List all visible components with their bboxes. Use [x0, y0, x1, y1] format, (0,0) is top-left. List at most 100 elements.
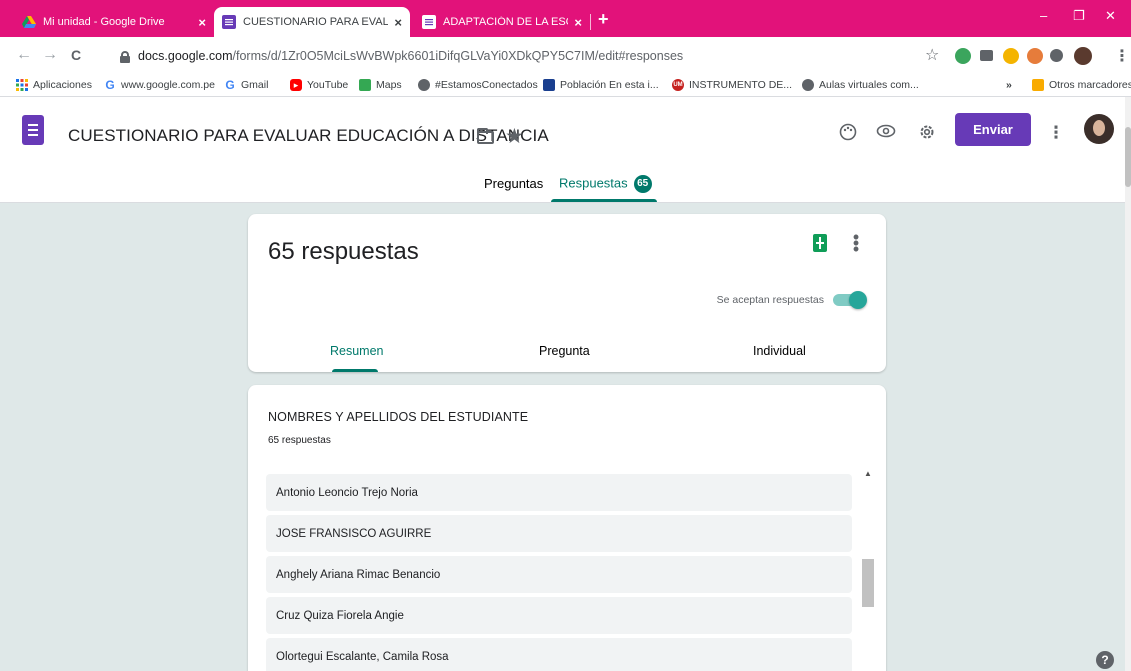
bookmark-label: Población En esta i... [560, 79, 659, 91]
extension-thumb-icon[interactable] [1003, 48, 1019, 64]
settings-gear-icon[interactable] [917, 123, 937, 143]
tab-google-drive[interactable]: Mi unidad - Google Drive × [14, 7, 214, 37]
close-tab-icon[interactable]: × [574, 15, 582, 30]
bookmark-maps[interactable]: Maps [359, 79, 402, 91]
google-forms-logo-icon[interactable] [22, 115, 44, 145]
bookmark-other-folder[interactable]: Otros marcadores [1032, 79, 1131, 91]
youtube-icon: ▸ [290, 79, 302, 91]
page-scrollbar[interactable] [1125, 97, 1131, 671]
tab-question[interactable]: Pregunta [539, 344, 590, 358]
star-icon[interactable]: ★ [505, 124, 524, 149]
tab-separator [590, 14, 591, 30]
card-more-options-icon[interactable]: • • • [852, 228, 860, 258]
extension-pin-icon[interactable] [955, 48, 971, 64]
more-options-icon[interactable]: ⋮ [1046, 123, 1066, 143]
minimize-icon[interactable]: – [1040, 8, 1047, 23]
google-drive-icon [22, 15, 36, 29]
page-scrollbar-thumb[interactable] [1125, 127, 1131, 187]
tab-title: CUESTIONARIO PARA EVALUAR E [243, 16, 389, 28]
extension-face-icon[interactable] [1027, 48, 1043, 64]
list-item: Antonio Leoncio Trejo Noria [266, 474, 852, 511]
responses-count-heading: 65 respuestas [268, 238, 419, 265]
tab-title: ADAPTACIÓN DE LA ESCALA DE [443, 16, 568, 28]
bookmark-label: YouTube [307, 79, 349, 91]
close-window-icon[interactable]: ✕ [1105, 8, 1116, 24]
folder-icon [1032, 79, 1044, 91]
shield-icon [543, 79, 555, 91]
question-title: NOMBRES Y APELLIDOS DEL ESTUDIANTE [268, 410, 529, 424]
tab-individual[interactable]: Individual [753, 344, 806, 358]
bookmark-aplicaciones[interactable]: Aplicaciones [16, 79, 92, 91]
responses-list: Antonio Leoncio Trejo Noria JOSE FRANSIS… [266, 474, 852, 671]
accepting-responses-toggle[interactable] [833, 291, 867, 309]
bookmark-poblacion[interactable]: Población En esta i... [543, 79, 659, 91]
responses-count-badge: 65 [633, 175, 652, 193]
bookmark-label: Aulas virtuales com... [819, 79, 919, 91]
responses-list-scrollbar-thumb[interactable] [862, 559, 874, 607]
responses-summary-card: 65 respuestas • • • Se aceptan respuestas … [248, 214, 886, 372]
profile-avatar-icon[interactable] [1074, 47, 1092, 65]
list-item: Cruz Quiza Fiorela Angie [266, 597, 852, 634]
tab-responses[interactable]: Respuestas 65 [559, 175, 652, 193]
account-avatar[interactable] [1084, 114, 1114, 144]
send-button[interactable]: Enviar [955, 113, 1031, 146]
forms-header: CUESTIONARIO PARA EVALUAR EDUCACIÓN A DI… [0, 97, 1131, 203]
reload-button[interactable]: C [71, 47, 81, 63]
question-responses-card: NOMBRES Y APELLIDOS DEL ESTUDIANTE 65 re… [248, 385, 886, 671]
accepting-responses-label: Se aceptan respuestas [716, 294, 824, 306]
tab-questions-label: Preguntas [484, 176, 544, 191]
restore-icon[interactable]: ❐ [1073, 8, 1085, 24]
active-subtab-indicator [332, 369, 378, 372]
url-host: docs.google.com [138, 49, 233, 63]
globe-icon [418, 79, 430, 91]
bookmark-label: www.google.com.pe [121, 79, 215, 91]
active-tab-indicator [551, 199, 657, 202]
bookmark-youtube[interactable]: ▸ YouTube [290, 79, 348, 91]
extension-chat-icon[interactable] [980, 50, 993, 61]
address-bar[interactable]: docs.google.com /forms/d/1Zr0O5MciLsWvBW… [114, 42, 954, 70]
tab-adaptacion[interactable]: ADAPTACIÓN DE LA ESCALA DE × [414, 7, 590, 37]
scroll-up-icon[interactable]: ▲ [864, 469, 872, 478]
move-to-folder-icon[interactable] [477, 128, 494, 144]
browser-menu-icon[interactable]: ⋮ [1114, 46, 1130, 66]
extensions-puzzle-icon[interactable] [1050, 49, 1063, 62]
bookmarks-overflow-button[interactable]: » [1006, 79, 1012, 91]
tab-responses-label: Respuestas [559, 175, 628, 191]
palette-icon[interactable] [838, 123, 858, 143]
help-icon[interactable]: ? [1096, 651, 1114, 669]
forward-button[interactable]: → [42, 46, 58, 64]
bookmark-label: #EstamosConectados [435, 79, 538, 91]
maps-icon [359, 79, 371, 91]
tab-cuestionario[interactable]: CUESTIONARIO PARA EVALUAR E × [214, 7, 410, 37]
list-item: Anghely Ariana Rimac Benancio [266, 556, 852, 593]
list-item: Olortegui Escalante, Camila Rosa [266, 638, 852, 671]
tab-questions[interactable]: Preguntas [484, 176, 543, 191]
new-tab-button[interactable]: + [598, 9, 609, 30]
list-item: JOSE FRANSISCO AGUIRRE [266, 515, 852, 552]
google-g-icon: G [105, 78, 115, 92]
bookmark-instrumento[interactable]: UM INSTRUMENTO DE... [672, 79, 792, 91]
lock-icon [120, 50, 130, 63]
tab-summary[interactable]: Resumen [330, 344, 384, 358]
bookmark-estamos-conectados[interactable]: #EstamosConectados [418, 79, 538, 91]
bookmark-aulas[interactable]: Aulas virtuales com... [802, 79, 919, 91]
close-tab-icon[interactable]: × [198, 15, 206, 30]
bookmark-google[interactable]: G www.google.com.pe [104, 78, 215, 92]
tab-title: Mi unidad - Google Drive [43, 16, 165, 28]
responses-list-scrollbar[interactable]: ▲ [862, 469, 874, 671]
apps-grid-icon [16, 79, 28, 91]
bookmark-star-icon[interactable]: ☆ [925, 45, 939, 65]
back-button[interactable]: ← [16, 46, 32, 64]
bookmark-label: Aplicaciones [33, 79, 92, 91]
question-response-count: 65 respuestas [268, 435, 331, 446]
preview-eye-icon[interactable] [876, 123, 896, 143]
url-path: /forms/d/1Zr0O5MciLsWvBWpk6601iDifqGLVaY… [232, 49, 684, 63]
globe-icon [802, 79, 814, 91]
google-sheets-icon[interactable] [813, 234, 827, 252]
browser-tab-strip: Mi unidad - Google Drive × CUESTIONARIO … [0, 0, 1131, 37]
bookmark-gmail[interactable]: G Gmail [224, 78, 268, 92]
close-tab-icon[interactable]: × [394, 15, 402, 30]
toggle-knob [849, 291, 867, 309]
google-g-icon: G [225, 78, 235, 92]
bookmarks-bar: Aplicaciones G www.google.com.pe G Gmail… [0, 75, 1131, 97]
